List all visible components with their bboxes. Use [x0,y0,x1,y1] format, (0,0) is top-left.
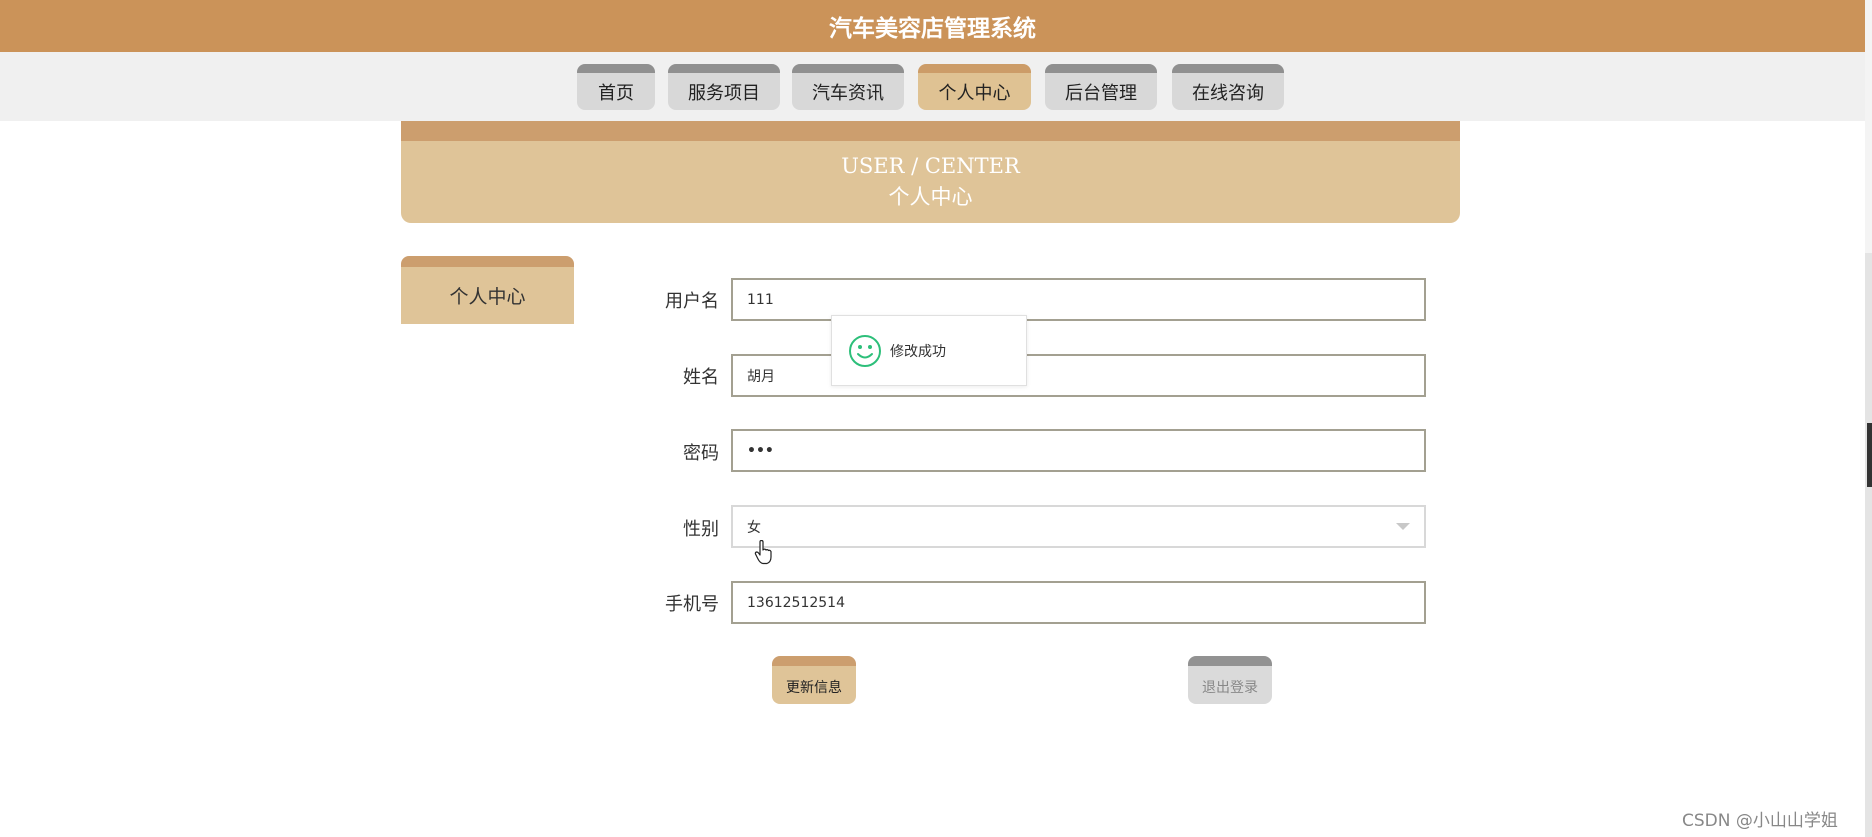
nav-bar: 首页 服务项目 汽车资讯 个人中心 后台管理 在线咨询 [0,52,1865,121]
nav-tab-car-news[interactable]: 汽车资讯 [792,64,904,110]
name-label: 姓名 [683,367,719,388]
watermark: CSDN @小山山学姐 [1682,811,1838,831]
scrollbar-thumb[interactable] [1865,253,1872,837]
nav-tab-services[interactable]: 服务项目 [668,64,780,110]
phone-input[interactable] [731,581,1426,624]
phone-label: 手机号 [665,594,719,615]
gender-select-value: 女 [747,519,761,536]
success-toast: 修改成功 [831,315,1027,386]
gender-label: 性别 [683,519,719,540]
username-label: 用户名 [665,291,719,312]
nav-tab-admin[interactable]: 后台管理 [1045,64,1157,110]
gender-select[interactable]: 女 [731,505,1426,548]
hand-cursor-icon [754,540,772,565]
chevron-down-icon [1396,523,1410,530]
update-info-button[interactable]: 更新信息 [772,656,856,704]
logout-button[interactable]: 退出登录 [1188,656,1272,704]
smile-icon [849,334,881,367]
nav-tab-user-center[interactable]: 个人中心 [918,64,1031,110]
toast-message: 修改成功 [890,343,946,360]
page: 汽车美容店管理系统 首页 服务项目 汽车资讯 个人中心 后台管理 在线咨询 US… [0,0,1872,837]
sidebar-item-user-center[interactable]: 个人中心 [401,256,574,324]
page-banner: USER / CENTER 个人中心 [401,121,1460,223]
banner-title-en: USER / CENTER [841,154,1020,178]
app-title: 汽车美容店管理系统 [829,16,1036,42]
banner-title-cn: 个人中心 [888,185,973,209]
nav-tab-home[interactable]: 首页 [577,64,655,110]
app-title-bar: 汽车美容店管理系统 [0,0,1865,52]
password-input[interactable] [731,429,1426,472]
scrollbar-marker [1867,423,1872,487]
password-label: 密码 [683,443,719,464]
nav-tab-online-consult[interactable]: 在线咨询 [1172,64,1284,110]
